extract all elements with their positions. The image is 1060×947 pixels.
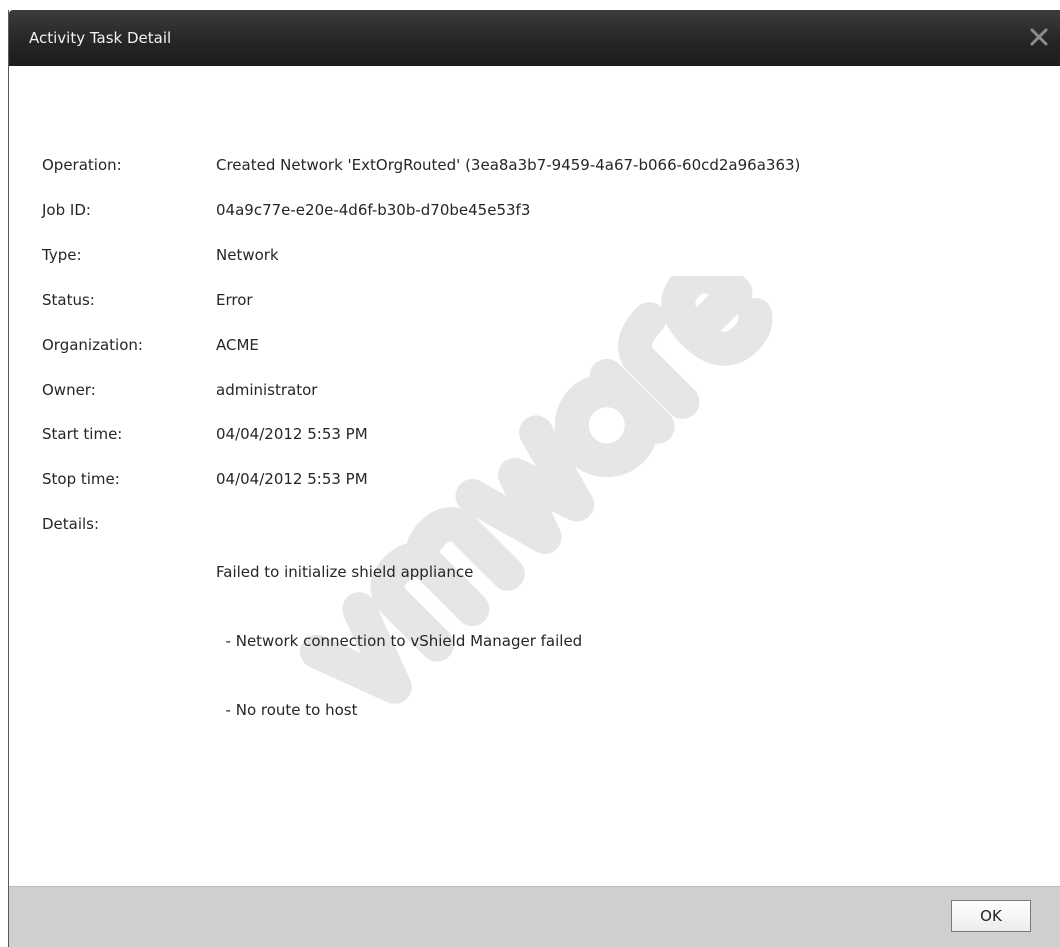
dialog-content: R Operation: Created Network 'ExtOrgRout… — [9, 66, 1060, 886]
field-label: Owner: — [42, 381, 96, 399]
field-value: 04a9c77e-e20e-4d6f-b30b-d70be45e53f3 — [216, 201, 531, 219]
field-value: Network — [216, 246, 279, 264]
field-value: administrator — [216, 381, 318, 399]
dialog-footer: OK — [9, 886, 1060, 947]
svg-text:R: R — [750, 304, 757, 315]
field-label: Status: — [42, 291, 95, 309]
field-value: 04/04/2012 5:53 PM — [216, 425, 368, 443]
field-value: Created Network 'ExtOrgRouted' (3ea8a3b7… — [216, 156, 801, 174]
field-label: Start time: — [42, 425, 123, 443]
dialog-title: Activity Task Detail — [29, 29, 172, 47]
field-label: Operation: — [42, 156, 122, 174]
details-line: Failed to initialize shield appliance — [216, 563, 474, 581]
ok-button[interactable]: OK — [951, 900, 1031, 932]
field-value: 04/04/2012 5:53 PM — [216, 470, 368, 488]
details-line: - Network connection to vShield Manager … — [216, 632, 583, 650]
dialog-titlebar: Activity Task Detail — [9, 10, 1060, 66]
activity-task-detail-dialog: Activity Task Detail R Operation: Create… — [8, 10, 1060, 947]
field-label: Type: — [42, 246, 82, 264]
details-line: - No route to host — [216, 701, 358, 719]
field-label: Details: — [42, 515, 100, 533]
field-label: Job ID: — [42, 201, 91, 219]
field-value: ACME — [216, 336, 259, 354]
close-icon[interactable] — [1026, 24, 1052, 50]
field-label: Organization: — [42, 336, 143, 354]
field-value: Error — [216, 291, 253, 309]
field-label: Stop time: — [42, 470, 120, 488]
details-text: Failed to initialize shield appliance - … — [216, 515, 582, 768]
